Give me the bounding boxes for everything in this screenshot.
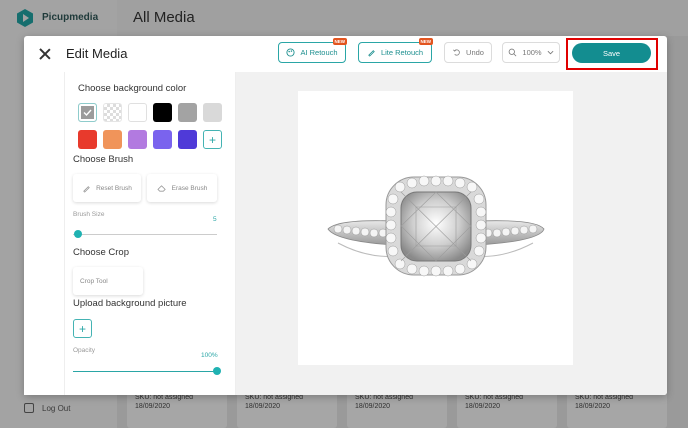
media-card[interactable]: SKU: not assigned 18/09/2020 [127,392,227,428]
left-strip [24,72,65,395]
ring-image [327,175,545,277]
card-sku: SKU: not assigned [245,394,303,401]
swatch-transparent[interactable] [103,103,122,122]
chevron-down-icon [547,50,554,55]
logo-text: Picupmedia [42,12,99,23]
palette-icon [286,48,295,57]
logout-icon [24,403,34,413]
brush-size-label: Brush Size [73,211,105,218]
opacity-label: Opacity [73,347,96,354]
logo-icon [17,9,33,27]
brush-title: Choose Brush [73,154,134,165]
reset-brush-button[interactable]: Reset Brush [73,174,141,202]
swatch-indigo[interactable] [178,130,197,149]
check-icon [83,109,92,117]
edit-media-modal: Edit Media AI Retouch NEW Lite Retouch N… [24,36,667,395]
swatch-violet[interactable] [153,130,172,149]
lite-retouch-button[interactable]: Lite Retouch NEW [358,38,433,63]
swatch-selected-grey[interactable] [78,103,97,122]
card-sku: SKU: not assigned [465,394,523,401]
card-sku: SKU: not assigned [355,394,413,401]
media-cards-row: SKU: not assigned 18/09/2020 SKU: not as… [127,392,688,428]
media-card[interactable]: SKU: not assigned 18/09/2020 [237,392,337,428]
add-color-button[interactable]: + [203,130,222,149]
card-date: 18/09/2020 [245,403,281,410]
undo-icon [453,49,460,56]
swatch-black[interactable] [153,103,172,122]
new-badge: NEW [418,38,433,45]
eraser-icon [156,184,166,192]
save-highlight-box [566,38,658,70]
product-image[interactable] [298,91,573,365]
card-sku: SKU: not assigned [575,394,633,401]
zoom-value: 100% [522,48,542,57]
new-badge: NEW [332,38,347,45]
swatch-lavender[interactable] [128,130,147,149]
canvas-area [236,72,667,395]
opacity-fill [73,371,217,372]
lite-retouch-label: Lite Retouch [380,48,424,57]
plus-icon: + [78,321,86,336]
crop-title: Choose Crop [73,247,129,258]
card-sku: SKU: not assigned [135,394,193,401]
brush-size-slider[interactable] [74,230,82,238]
app-header [117,0,688,36]
brush-icon [83,185,90,193]
plus-icon: + [208,132,216,147]
page-title: All Media [133,9,195,26]
opacity-slider[interactable] [213,367,221,375]
ai-retouch-label: AI Retouch [300,48,338,57]
erase-brush-button[interactable]: Erase Brush [147,174,217,202]
card-date: 18/09/2020 [135,403,171,410]
ai-retouch-button[interactable]: AI Retouch NEW [278,38,347,63]
edit-panel: Choose background color + Choose Brush R… [65,72,236,395]
card-date: 18/09/2020 [355,403,391,410]
swatch-light-grey[interactable] [203,103,222,122]
bg-color-title: Choose background color [78,83,187,94]
erase-brush-label: Erase Brush [171,184,208,192]
card-date: 18/09/2020 [575,403,611,410]
undo-button[interactable]: Undo [444,42,492,63]
logout-button[interactable]: Log Out [24,403,70,413]
modal-title: Edit Media [66,46,128,61]
swatch-orange[interactable] [103,130,122,149]
upload-title: Upload background picture [73,298,187,309]
brush-size-value: 5 [213,216,217,223]
logout-label: Log Out [42,403,71,413]
brush-size-track [73,234,217,235]
zoom-select[interactable]: 100% [502,42,560,63]
brush-icon [368,50,375,57]
upload-background-button[interactable]: + [73,319,92,338]
undo-label: Undo [466,48,484,57]
media-card[interactable]: SKU: not assigned 18/09/2020 [347,392,447,428]
swatch-red[interactable] [78,130,97,149]
reset-brush-label: Reset Brush [96,184,132,192]
swatch-white[interactable] [128,103,147,122]
zoom-icon [509,48,517,57]
media-card[interactable]: SKU: not assigned 18/09/2020 [567,392,667,428]
opacity-value: 100% [201,352,218,359]
crop-tool-label: Crop Tool [80,277,108,285]
media-card[interactable]: SKU: not assigned 18/09/2020 [457,392,557,428]
swatch-grey[interactable] [178,103,197,122]
crop-tool-button[interactable]: Crop Tool [73,267,143,295]
close-icon[interactable] [38,47,52,61]
card-date: 18/09/2020 [465,403,501,410]
